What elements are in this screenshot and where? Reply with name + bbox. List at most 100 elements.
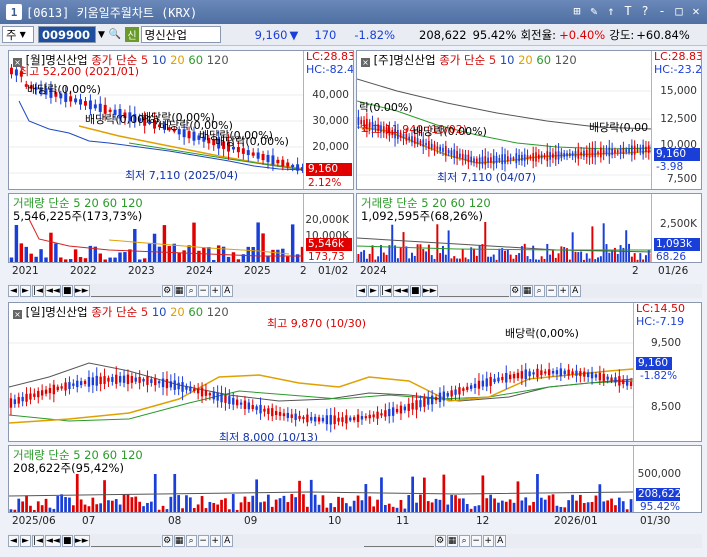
plus-icon[interactable]: + — [557, 285, 569, 297]
daily-volume-panel[interactable]: 거래량 단순 5 20 60 120 208,622주(95,42%) 500,… — [8, 445, 702, 513]
grid-icon[interactable]: ▦ — [521, 285, 533, 297]
monthly-volume-panel[interactable]: 거래량 단순 5 20 60 120 5,546,225주(173,73%) 2… — [8, 193, 354, 263]
plus-icon[interactable]: + — [209, 285, 221, 297]
monthly-volume-bar — [182, 250, 186, 262]
weekly-volume-bar — [467, 259, 470, 262]
weekly-candle — [436, 146, 439, 150]
stop-icon[interactable]: ■ — [61, 285, 73, 297]
layout-icon[interactable]: ⊞ — [570, 3, 584, 19]
daily-candle — [407, 403, 410, 411]
weekly-volume-bar — [608, 252, 611, 262]
monthly-volume-bar — [157, 246, 162, 262]
daily-candle — [575, 370, 578, 376]
scroll-right-icon[interactable]: ► — [20, 285, 31, 297]
daily-volume-bar — [188, 497, 192, 512]
font-icon[interactable]: A — [569, 285, 581, 297]
minus-icon[interactable]: − — [197, 285, 209, 297]
minus-icon[interactable]: − — [545, 285, 557, 297]
plus-icon[interactable]: + — [482, 535, 494, 547]
prev-icon[interactable]: ◄◄ — [44, 285, 61, 297]
search-icon[interactable]: 🔍 — [109, 29, 121, 40]
minus-icon[interactable]: − — [197, 535, 209, 547]
weekly-candle — [608, 147, 611, 157]
daily-zoom-slider[interactable] — [363, 535, 434, 547]
close-icon[interactable]: × — [13, 310, 22, 319]
minus-icon[interactable]: − — [470, 535, 482, 547]
weekly-volume-bar — [597, 257, 600, 262]
turnover-label: 회전율: — [520, 27, 557, 42]
scroll-right-icon[interactable]: ► — [20, 535, 31, 547]
zoom-icon[interactable]: ⌕ — [533, 285, 545, 297]
daily-volume-bar — [411, 476, 415, 512]
daily-volume-bar — [528, 505, 532, 512]
close-button[interactable]: ✕ — [689, 3, 703, 19]
lc-value: LC:14.50 — [636, 302, 686, 315]
daily-volume-bar — [68, 497, 71, 512]
close-icon[interactable]: × — [361, 58, 370, 67]
ma-label: 종가 단순 — [91, 305, 138, 319]
grid-icon[interactable]: ▦ — [173, 535, 185, 547]
scroll-left-icon[interactable]: ◄ — [8, 285, 19, 297]
daily-volume-bar — [415, 502, 418, 512]
weekly-candle — [523, 154, 526, 161]
chart-settings-icon[interactable]: ⚙ — [161, 535, 173, 547]
zoom-icon[interactable]: ⌕ — [185, 285, 197, 297]
stop-icon[interactable]: ■ — [61, 535, 73, 547]
weekly-candle — [571, 152, 574, 157]
scroll-left-icon[interactable]: ◄ — [356, 285, 367, 297]
weekly-volume-panel[interactable]: 거래량 단순 5 20 60 120 1,092,595주(68,26%) 2,… — [356, 193, 702, 263]
monthly-volume-bar — [128, 249, 132, 262]
stop-icon[interactable]: ■ — [409, 285, 421, 297]
monthly-price-panel[interactable]: × [월]명신산업 종가 단순 5 10 20 60 120 LC:28.83 … — [8, 50, 354, 190]
zoom-slider[interactable] — [90, 535, 161, 547]
daily-candle — [579, 371, 582, 377]
chart-settings-icon[interactable]: ⚙ — [161, 285, 173, 297]
weekly-volume-bar — [360, 251, 363, 262]
first-icon[interactable]: |◄ — [32, 535, 44, 547]
zoom-icon[interactable]: ⌕ — [458, 535, 470, 547]
font-icon[interactable]: A — [221, 285, 233, 297]
stock-code-input[interactable]: 009900 — [38, 26, 96, 43]
daily-volume-bar — [629, 499, 633, 512]
daily-candle — [310, 417, 313, 421]
daily-candle — [508, 374, 512, 380]
minimize-button[interactable]: ‐ — [655, 3, 669, 19]
weekly-price-panel[interactable]: × [주]명신산업 종가 단순 5 10 20 60 120 LC:28.83 … — [356, 50, 702, 190]
weekly-volume-bar — [594, 259, 597, 262]
plus-icon[interactable]: + — [209, 535, 221, 547]
market-select[interactable]: 주 ▼ — [2, 26, 34, 43]
next-icon[interactable]: ►► — [421, 285, 438, 297]
code-dropdown-icon[interactable]: ▼ — [98, 30, 105, 40]
first-icon[interactable]: |◄ — [32, 285, 44, 297]
weekly-volume-bar — [475, 255, 478, 262]
maximize-button[interactable]: □ — [672, 3, 686, 19]
zoom-icon[interactable]: ⌕ — [185, 535, 197, 547]
weekly-volume-bar — [551, 250, 554, 262]
next-icon[interactable]: ►► — [73, 535, 90, 547]
next-icon[interactable]: ►► — [73, 285, 90, 297]
zoom-slider[interactable] — [438, 285, 509, 297]
font-icon[interactable]: A — [221, 535, 233, 547]
prev-icon[interactable]: ◄◄ — [392, 285, 409, 297]
help-icon[interactable]: ? — [638, 3, 652, 19]
prev-icon[interactable]: ◄◄ — [44, 535, 61, 547]
edit-icon[interactable]: ✎ — [587, 3, 601, 19]
font-icon[interactable]: A — [494, 535, 506, 547]
pin-icon[interactable]: ↑ — [604, 3, 618, 19]
weekly-candle — [616, 150, 619, 153]
chart-settings-icon[interactable]: ⚙ — [434, 535, 446, 547]
daily-candle — [333, 415, 336, 425]
first-icon[interactable]: |◄ — [380, 285, 392, 297]
daily-candle — [142, 378, 145, 382]
date-tick: 2 — [300, 265, 307, 277]
daily-price-panel[interactable]: × [일]명신산업 종가 단순 5 10 20 60 120 LC:14.50 … — [8, 302, 702, 442]
grid-icon[interactable]: ▦ — [173, 285, 185, 297]
chart-settings-icon[interactable]: ⚙ — [509, 285, 521, 297]
zoom-slider[interactable] — [90, 285, 161, 297]
scroll-right-icon[interactable]: ► — [368, 285, 379, 297]
text-icon[interactable]: T — [621, 3, 635, 19]
scroll-left-icon[interactable]: ◄ — [8, 535, 19, 547]
y-tick: 30,000 — [312, 115, 349, 127]
date-tick: 2024 — [186, 265, 213, 277]
grid-icon[interactable]: ▦ — [446, 535, 458, 547]
